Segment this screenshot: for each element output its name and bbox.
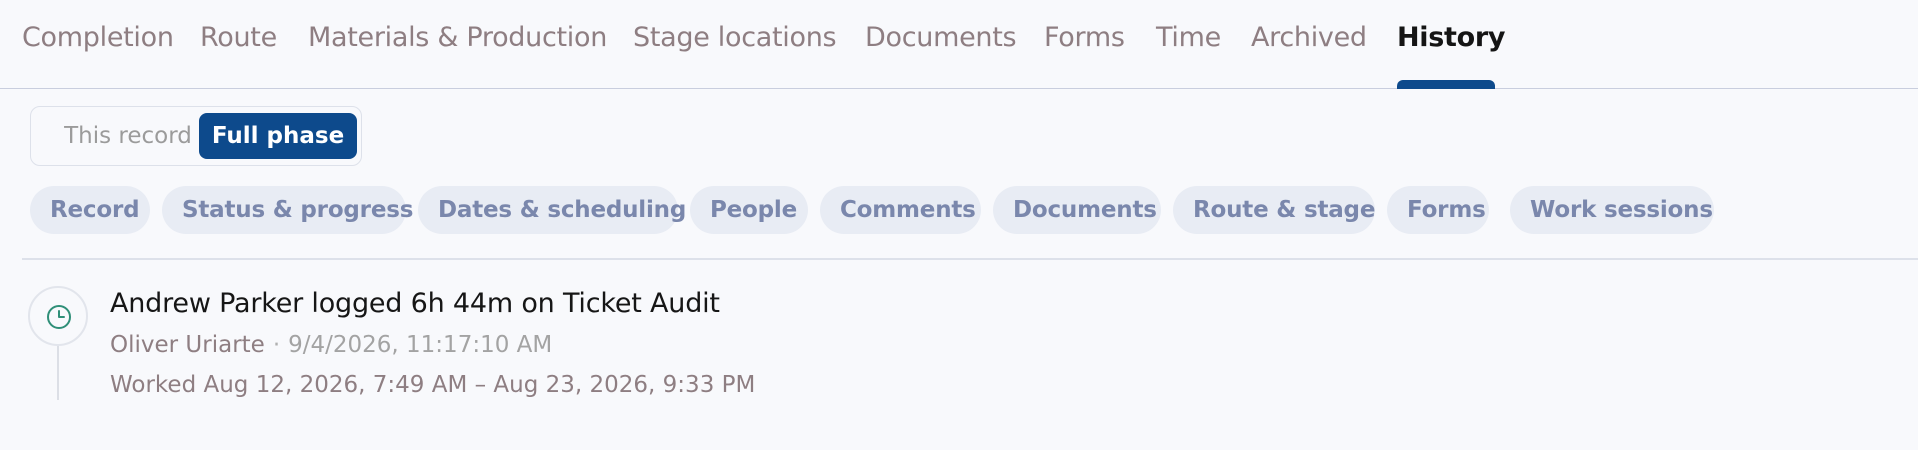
full-phase-button[interactable]: Full phase — [199, 113, 357, 159]
event-meta: Oliver Uriarte · 9/4/2026, 11:17:10 AM — [110, 332, 552, 358]
filter-chip-documents[interactable]: Documents — [993, 186, 1161, 234]
tab-materials-production[interactable]: Materials & Production — [308, 19, 607, 57]
tab-history[interactable]: History — [1397, 19, 1506, 57]
event-title: Andrew Parker logged 6h 44m on Ticket Au… — [110, 288, 720, 319]
active-tab-indicator — [1397, 80, 1495, 89]
tab-bar: Completion Route Materials & Production … — [0, 0, 1918, 89]
timeline-line — [57, 340, 59, 400]
tab-time[interactable]: Time — [1156, 19, 1221, 57]
clock-icon — [28, 286, 88, 346]
filter-chip-forms[interactable]: Forms — [1387, 186, 1489, 234]
scope-toggle: This record Full phase — [30, 106, 362, 166]
filter-chip-record[interactable]: Record — [30, 186, 150, 234]
event-detail: Worked Aug 12, 2026, 7:49 AM – Aug 23, 2… — [110, 372, 756, 398]
filter-chip-comments[interactable]: Comments — [820, 186, 981, 234]
filter-chip-work-sessions[interactable]: Work sessions — [1510, 186, 1714, 234]
event-timestamp: 9/4/2026, 11:17:10 AM — [288, 332, 553, 358]
meta-separator: · — [272, 332, 281, 358]
tab-documents[interactable]: Documents — [865, 19, 1017, 57]
filter-chip-dates-scheduling[interactable]: Dates & scheduling — [418, 186, 686, 234]
tab-route[interactable]: Route — [200, 19, 277, 57]
filter-chip-people[interactable]: People — [690, 186, 808, 234]
filter-chip-route-stage[interactable]: Route & stage — [1173, 186, 1375, 234]
this-record-button[interactable]: This record — [37, 113, 219, 159]
filter-chip-status-progress[interactable]: Status & progress — [162, 186, 413, 234]
event-author: Oliver Uriarte — [110, 332, 265, 358]
tab-completion[interactable]: Completion — [22, 19, 174, 57]
section-divider — [22, 258, 1918, 260]
tab-forms[interactable]: Forms — [1044, 19, 1125, 57]
tab-stage-locations[interactable]: Stage locations — [633, 19, 837, 57]
tab-archived[interactable]: Archived — [1251, 19, 1367, 57]
